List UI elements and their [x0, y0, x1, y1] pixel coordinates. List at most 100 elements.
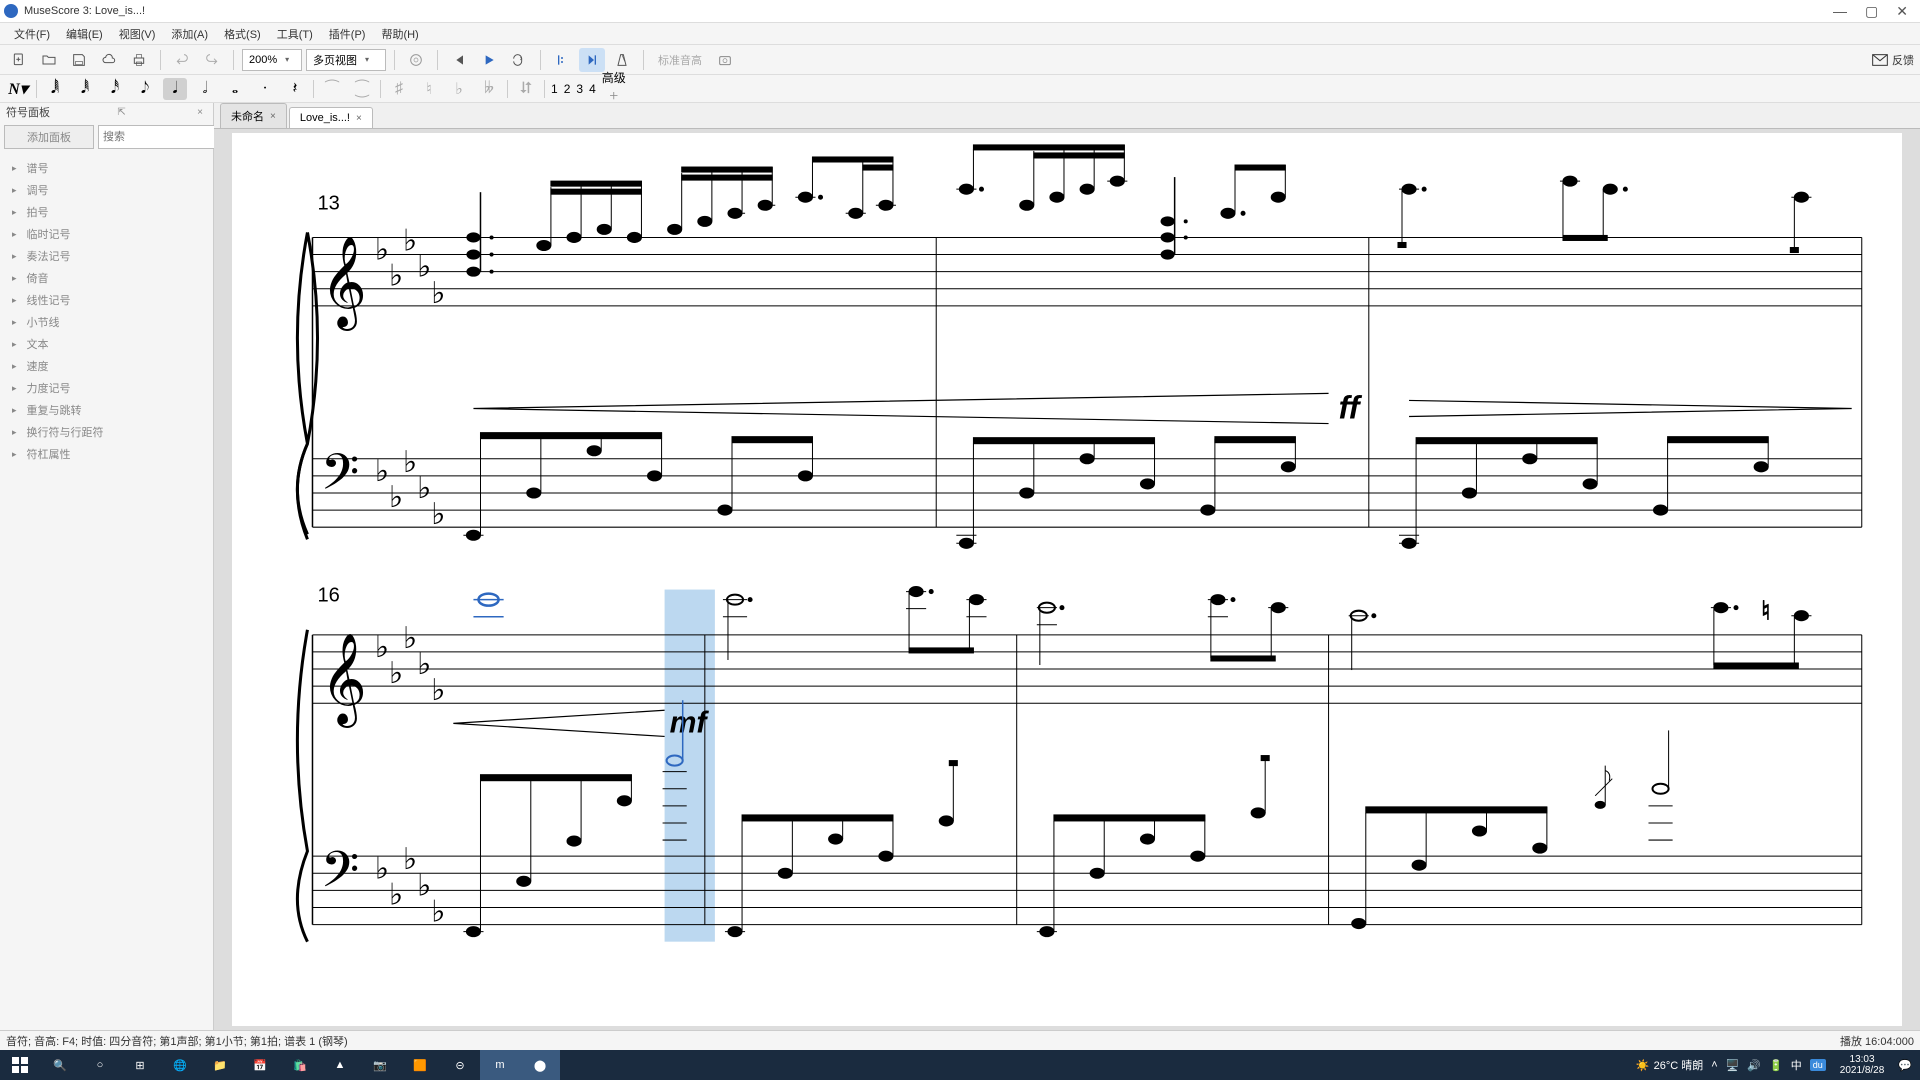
menu-help[interactable]: 帮助(H)	[373, 26, 426, 42]
image-capture-button[interactable]	[403, 48, 429, 72]
tray-chevron-icon[interactable]: ˄	[1711, 1059, 1717, 1071]
palette-item-barlines[interactable]: 小节线	[0, 311, 213, 333]
zoom-combo[interactable]: 200%	[242, 49, 302, 71]
loop-button[interactable]	[506, 48, 532, 72]
panel-close-icon[interactable]: ×	[197, 107, 203, 118]
taskbar-edge[interactable]: 🌐	[160, 1050, 200, 1080]
note-64th[interactable]: 𝅘𝅥𝅲	[43, 78, 67, 100]
taskbar-browser[interactable]: ⊝	[440, 1050, 480, 1080]
palette-item-clefs[interactable]: 谱号	[0, 157, 213, 179]
clock-time: 13:03	[1840, 1054, 1885, 1065]
voice-4[interactable]: 4	[589, 82, 596, 96]
new-file-button[interactable]	[6, 48, 32, 72]
menu-view[interactable]: 视图(V)	[111, 26, 164, 42]
voice-3[interactable]: 3	[576, 82, 583, 96]
note-input-button[interactable]: N▾	[6, 78, 30, 100]
play-button[interactable]	[476, 48, 502, 72]
rewind-button[interactable]	[446, 48, 472, 72]
cloud-button[interactable]	[96, 48, 122, 72]
tray-app-icon[interactable]: du	[1810, 1059, 1826, 1071]
svg-text:♭: ♭	[417, 472, 431, 505]
metronome-button[interactable]	[609, 48, 635, 72]
menu-plugins[interactable]: 插件(P)	[321, 26, 374, 42]
menu-edit[interactable]: 编辑(E)	[58, 26, 111, 42]
taskbar-app3[interactable]: 🟧	[400, 1050, 440, 1080]
sharp-button[interactable]: ♯	[387, 78, 411, 100]
note-quarter[interactable]: 𝅘𝅥	[163, 78, 187, 100]
menu-format[interactable]: 格式(S)	[216, 26, 269, 42]
repeat-end-button[interactable]	[579, 48, 605, 72]
workspace-combo[interactable]: 高级	[602, 69, 682, 86]
menu-file[interactable]: 文件(F)	[6, 26, 58, 42]
search-button[interactable]: 🔍	[40, 1050, 80, 1080]
view-mode-combo[interactable]: 多页视图	[306, 49, 386, 71]
slur-button[interactable]: ⁐	[350, 78, 374, 100]
taskbar-obs[interactable]: ⬤	[520, 1050, 560, 1080]
voice-2[interactable]: 2	[564, 82, 571, 96]
rest-button[interactable]: 𝄽	[283, 78, 307, 100]
feedback-button[interactable]: 反馈	[1872, 52, 1914, 68]
tab-close-icon[interactable]: ×	[270, 111, 276, 122]
flip-button[interactable]: ⮃	[514, 78, 538, 100]
note-8th[interactable]: 𝅘𝅥𝅮	[133, 78, 157, 100]
minimize-button[interactable]: —	[1833, 3, 1847, 20]
taskbar-store[interactable]: 🛍️	[280, 1050, 320, 1080]
cortana-button[interactable]: ○	[80, 1050, 120, 1080]
palette-item-articulations[interactable]: 奏法记号	[0, 245, 213, 267]
maximize-button[interactable]: ▢	[1865, 3, 1878, 20]
menu-add[interactable]: 添加(A)	[163, 26, 216, 42]
double-flat-button[interactable]: 𝄫	[477, 78, 501, 100]
tab-love-is[interactable]: Love_is...!×	[289, 107, 373, 128]
note-dot[interactable]: ·	[253, 78, 277, 100]
palette-item-tempo[interactable]: 速度	[0, 355, 213, 377]
tray-ime[interactable]: 中	[1791, 1057, 1802, 1073]
taskbar-clock[interactable]: 13:03 2021/8/28	[1834, 1054, 1891, 1076]
print-button[interactable]	[126, 48, 152, 72]
score-page[interactable]: 13	[232, 133, 1902, 1026]
undo-button[interactable]	[169, 48, 195, 72]
weather-widget[interactable]: ☀️26°C 晴朗	[1636, 1057, 1703, 1073]
palette-item-beamprops[interactable]: 符杠属性	[0, 443, 213, 465]
notification-icon[interactable]: 💬	[1898, 1059, 1912, 1072]
start-button[interactable]	[0, 1050, 40, 1080]
menu-tools[interactable]: 工具(T)	[269, 26, 321, 42]
note-whole[interactable]: 𝅝	[223, 78, 247, 100]
palette-item-breaks[interactable]: 换行符与行距符	[0, 421, 213, 443]
tie-button[interactable]: ⁀	[320, 78, 344, 100]
palette-item-grace[interactable]: 倚音	[0, 267, 213, 289]
palette-item-repeats[interactable]: 重复与跳转	[0, 399, 213, 421]
palette-item-text[interactable]: 文本	[0, 333, 213, 355]
panel-pin-icon[interactable]: ⇱	[117, 107, 125, 118]
palette-item-lines[interactable]: 线性记号	[0, 289, 213, 311]
taskbar-calendar[interactable]: 📅	[240, 1050, 280, 1080]
tray-network-icon[interactable]: 🖥️	[1726, 1059, 1740, 1072]
tray-battery-icon[interactable]: 🔋	[1769, 1059, 1783, 1072]
save-button[interactable]	[66, 48, 92, 72]
tray-volume-icon[interactable]: 🔊	[1747, 1059, 1761, 1072]
taskbar-app2[interactable]: 📷	[360, 1050, 400, 1080]
add-palette-button[interactable]: 添加面板	[4, 125, 94, 149]
close-button[interactable]: ✕	[1896, 3, 1908, 20]
note-half[interactable]: 𝅗𝅥	[193, 78, 217, 100]
tab-untitled[interactable]: 未命名×	[220, 103, 287, 128]
palette-item-timesig[interactable]: 拍号	[0, 201, 213, 223]
palette-item-dynamics[interactable]: 力度记号	[0, 377, 213, 399]
status-bar: 音符; 音高: F4; 时值: 四分音符; 第1声部; 第1小节; 第1拍; 谱…	[0, 1030, 1920, 1050]
taskbar-explorer[interactable]: 📁	[200, 1050, 240, 1080]
redo-button[interactable]	[199, 48, 225, 72]
natural-button[interactable]: ♮	[417, 78, 441, 100]
taskview-button[interactable]: ⊞	[120, 1050, 160, 1080]
status-playback: 播放 16:04:000	[1840, 1033, 1914, 1049]
palette-item-keysig[interactable]: 调号	[0, 179, 213, 201]
taskbar-app1[interactable]: ▲	[320, 1050, 360, 1080]
camera-button[interactable]	[712, 48, 738, 72]
note-32nd[interactable]: 𝅘𝅥𝅱	[73, 78, 97, 100]
tab-close-icon[interactable]: ×	[356, 113, 362, 124]
voice-1[interactable]: 1	[551, 82, 558, 96]
flat-button[interactable]: ♭	[447, 78, 471, 100]
taskbar-musescore[interactable]: m	[480, 1050, 520, 1080]
note-16th[interactable]: 𝅘𝅥𝅰	[103, 78, 127, 100]
open-file-button[interactable]	[36, 48, 62, 72]
repeat-start-button[interactable]	[549, 48, 575, 72]
palette-item-accidentals[interactable]: 临时记号	[0, 223, 213, 245]
